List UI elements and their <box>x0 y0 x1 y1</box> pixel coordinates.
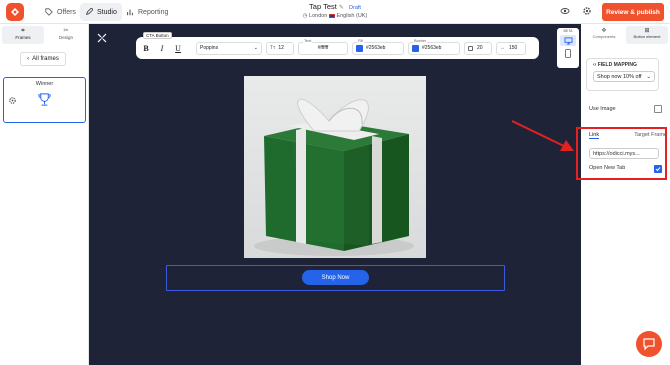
gear-icon[interactable] <box>8 96 17 105</box>
use-image-label: Use Image <box>589 106 616 112</box>
tab-button-element[interactable]: ⊞ Button element <box>626 26 668 44</box>
field-mapping-value: Shop now 10% off <box>597 73 642 80</box>
gift-image[interactable] <box>244 76 426 258</box>
gift-box-illustration <box>254 98 414 256</box>
border-color-value: #2563eb <box>422 45 442 51</box>
width-value: 150 <box>509 45 518 51</box>
font-select[interactable]: Poppins ⌄ <box>196 41 262 55</box>
bold-button[interactable]: B <box>140 42 152 54</box>
collapse-icon[interactable] <box>96 32 108 44</box>
tab-frames-label: Frames <box>15 35 31 40</box>
eye-icon[interactable] <box>560 6 570 16</box>
cta-button-tag: CTA Button <box>143 32 172 39</box>
code-icon: ‹› <box>593 62 597 68</box>
use-image-checkbox[interactable] <box>654 105 662 113</box>
chevron-left-icon: ‹ <box>27 56 30 62</box>
mobile-icon <box>565 49 571 58</box>
font-size-icon: Tт <box>270 45 276 51</box>
width-icon: ↔ <box>500 45 505 51</box>
radius-icon <box>468 45 473 51</box>
tab-design[interactable]: ✂ Design <box>45 26 87 44</box>
fill-color-input[interactable]: Fill #2563eb <box>352 37 404 55</box>
tab-components[interactable]: ❖ Components <box>583 26 625 44</box>
font-size-input[interactable]: Tт 12 <box>266 41 294 55</box>
status-badge: Draft <box>349 5 361 11</box>
tab-design-label: Design <box>58 35 73 40</box>
language-label: English (UK) <box>336 13 368 19</box>
trophy-icon <box>38 93 51 106</box>
device-switcher: BETA <box>557 28 579 68</box>
text-color-input[interactable]: Text #ffffff <box>298 37 348 55</box>
field-mapping-title-row: ‹› FIELD MAPPING <box>593 62 637 68</box>
beta-label: BETA <box>563 29 573 33</box>
tab-button-element-label: Button element <box>633 34 661 39</box>
frames-icon: ⌗ <box>21 28 25 34</box>
border-swatch <box>412 44 419 52</box>
text-color-value: #ffffff <box>317 45 329 51</box>
page-title[interactable]: Tap Test <box>309 2 337 11</box>
font-value: Poppins <box>200 45 219 51</box>
frame-card-winner[interactable]: Winner <box>3 77 86 123</box>
italic-button[interactable]: I <box>156 42 168 54</box>
radius-input[interactable]: 20 <box>464 41 492 55</box>
left-panel: ⌗ Frames ✂ Design ‹ All frames Winner <box>0 24 89 365</box>
chat-icon <box>643 338 655 351</box>
annotation-arrow-icon <box>511 120 574 151</box>
all-frames-button[interactable]: ‹ All frames <box>20 52 66 66</box>
clock-icon: ◷ <box>302 13 308 19</box>
highlight-box <box>576 127 667 180</box>
field-mapping-select[interactable]: Shop now 10% off ⌄ <box>593 71 655 82</box>
width-input[interactable]: ↔ 150 <box>496 41 526 55</box>
design-icon: ✂ <box>63 28 69 34</box>
font-size-value: 12 <box>278 45 284 51</box>
all-frames-label: All frames <box>32 56 59 62</box>
chat-button[interactable] <box>636 331 662 357</box>
border-color-input[interactable]: Border #2563eb <box>408 37 460 55</box>
desktop-icon <box>564 36 572 45</box>
location-label: London <box>309 13 328 19</box>
desktop-view-button[interactable] <box>560 35 576 46</box>
border-color-label: Border <box>413 37 428 43</box>
cta-button-container[interactable]: Shop Now <box>166 265 505 291</box>
radius-value: 20 <box>477 45 483 51</box>
review-publish-button[interactable]: Review & publish <box>602 3 664 21</box>
text-color-label: Text <box>303 37 313 43</box>
chevron-down-icon: ⌄ <box>253 45 258 51</box>
field-mapping-title: FIELD MAPPING <box>597 62 637 68</box>
flag-icon <box>328 13 335 18</box>
top-bar: Offers Studio Reporting Tap Test ✎ Draft… <box>0 0 670 24</box>
right-panel: ❖ Components ⊞ Button element ‹› FIELD M… <box>581 24 670 365</box>
editor-canvas[interactable]: B I U Poppins ⌄ Tт 12 Text #ffffff Fill … <box>89 24 581 365</box>
gear-icon[interactable] <box>582 6 592 16</box>
tab-frames[interactable]: ⌗ Frames <box>2 26 44 44</box>
shop-now-button[interactable]: Shop Now <box>302 270 369 285</box>
field-mapping-card: ‹› FIELD MAPPING Shop now 10% off ⌄ <box>586 58 659 91</box>
fill-color-value: #2563eb <box>366 45 386 51</box>
tab-components-label: Components <box>592 34 616 39</box>
cta-toolbar: B I U Poppins ⌄ Tт 12 Text #ffffff Fill … <box>136 37 539 59</box>
fill-color-label: Fill <box>357 37 365 43</box>
chevron-down-icon: ⌄ <box>646 73 651 80</box>
underline-button[interactable]: U <box>172 42 184 54</box>
frame-title: Winner <box>35 81 54 87</box>
fill-swatch <box>356 44 363 52</box>
pencil-icon[interactable]: ✎ <box>339 5 344 11</box>
mobile-view-button[interactable] <box>560 48 576 59</box>
